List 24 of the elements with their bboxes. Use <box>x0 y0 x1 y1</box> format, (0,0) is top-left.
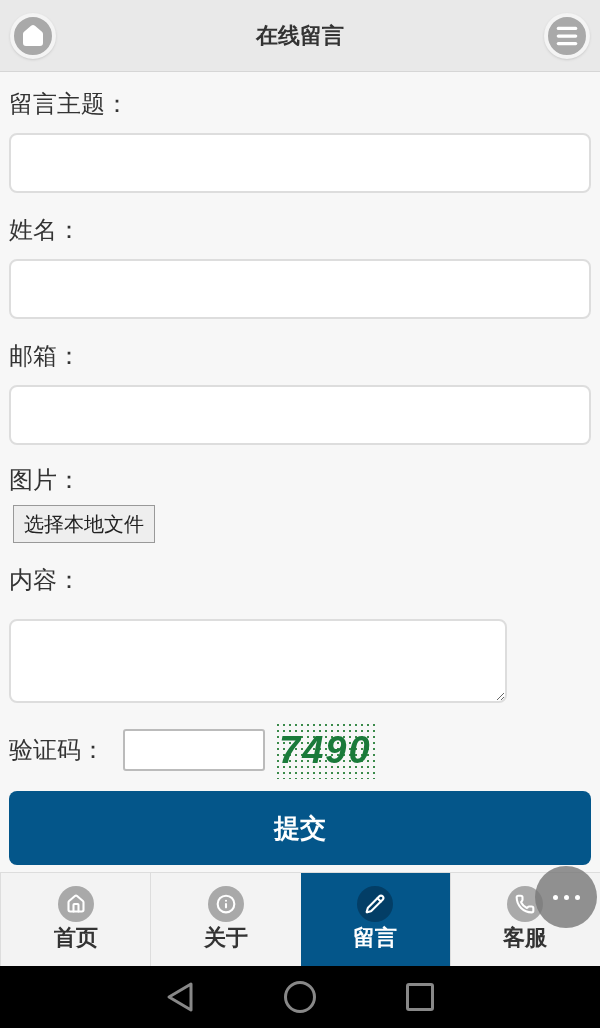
captcha-label: 验证码： <box>9 735 105 765</box>
pencil-icon <box>357 885 394 922</box>
input-field[interactable] <box>9 133 591 193</box>
home-icon <box>57 885 94 922</box>
page-title: 在线留言 <box>256 22 344 50</box>
captcha-field[interactable] <box>123 729 265 771</box>
captcha-image: 7490 <box>275 721 376 779</box>
submit-button[interactable]: 提交 <box>9 791 591 865</box>
textarea-field[interactable] <box>9 619 507 703</box>
input-field[interactable] <box>9 385 591 445</box>
back-icon[interactable] <box>166 981 194 1013</box>
field-label: 内容： <box>9 565 82 595</box>
home-icon <box>21 23 45 48</box>
field-label: 姓名： <box>9 215 82 245</box>
recents-icon[interactable] <box>406 983 434 1011</box>
file-button[interactable]: 选择本地文件 <box>13 505 155 543</box>
nav-tab[interactable]: 留言 <box>300 873 450 966</box>
field-label: 邮箱： <box>9 341 82 371</box>
input-field[interactable] <box>9 259 591 319</box>
home-button[interactable] <box>10 12 56 59</box>
field-label: 留言主题： <box>9 89 130 119</box>
field-label: 图片： <box>9 465 82 495</box>
menu-button[interactable] <box>544 12 590 59</box>
info-icon <box>207 885 244 922</box>
